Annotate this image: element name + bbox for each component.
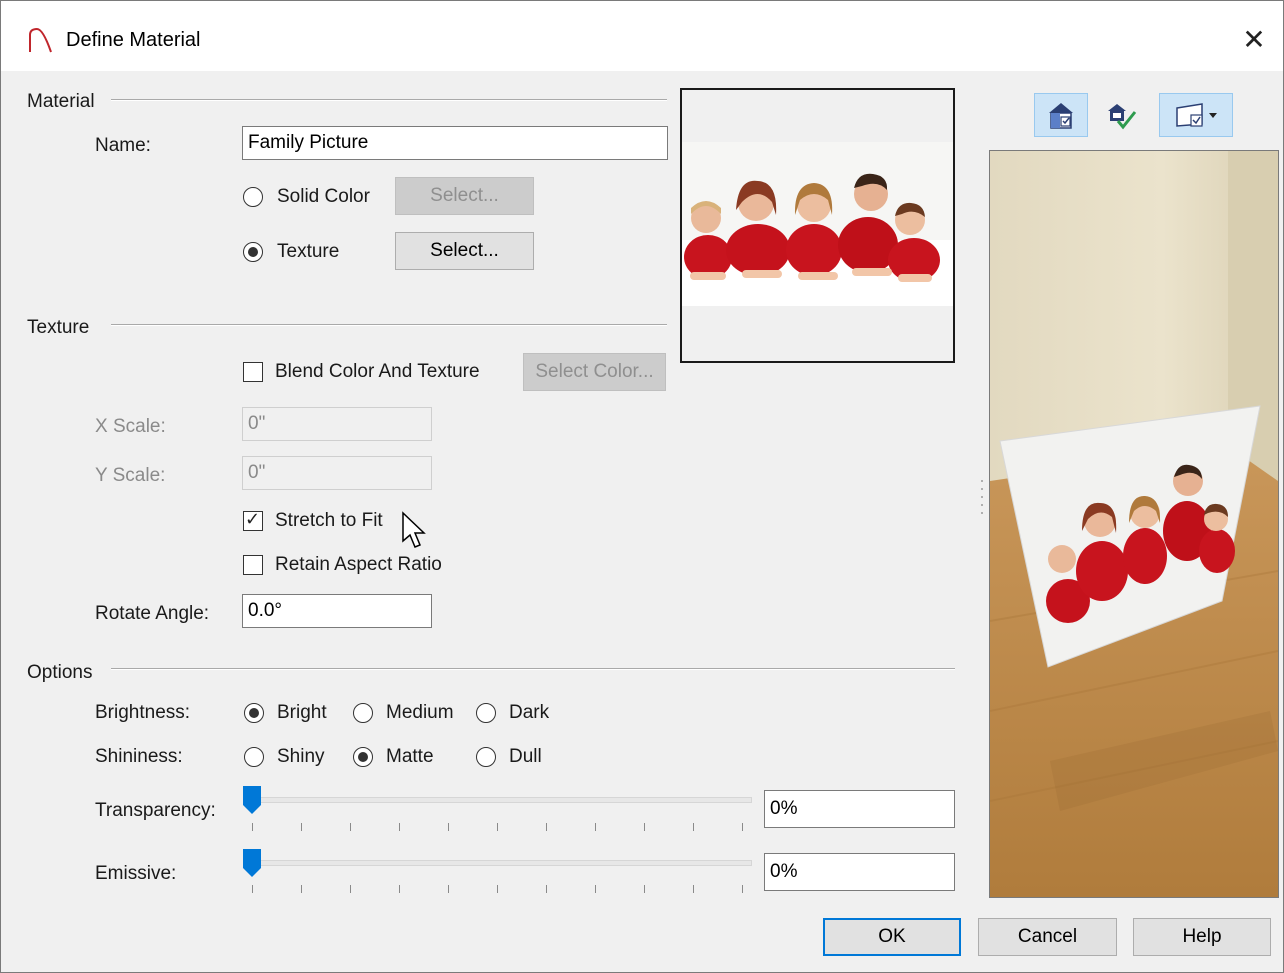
window-title: Define Material	[66, 29, 201, 51]
transparency-slider-thumb[interactable]	[242, 785, 262, 815]
check-view-icon	[1108, 104, 1137, 130]
family-picture-thumbnail	[682, 90, 953, 361]
emissive-label: Emissive:	[95, 863, 177, 884]
emissive-input[interactable]: 0%	[764, 853, 955, 891]
name-label: Name:	[95, 135, 151, 156]
rotate-angle-label: Rotate Angle:	[95, 603, 210, 624]
shininess-label: Shininess:	[95, 746, 183, 767]
texture-select-button[interactable]: Select...	[395, 232, 534, 270]
room-view-button[interactable]	[1034, 93, 1088, 137]
shininess-dull-radio[interactable]	[476, 747, 496, 767]
app-logo-icon	[29, 27, 52, 53]
transparency-slider-track[interactable]	[244, 797, 752, 803]
emissive-slider-track[interactable]	[244, 860, 752, 866]
preview-options-icon	[1176, 103, 1217, 127]
blend-color-checkbox[interactable]	[243, 362, 263, 382]
brightness-bright-radio[interactable]	[244, 703, 264, 723]
retain-aspect-ratio-checkbox[interactable]	[243, 555, 263, 575]
emissive-slider-thumb[interactable]	[242, 848, 262, 878]
3d-material-view[interactable]	[989, 150, 1279, 898]
brightness-bright-label: Bright	[277, 702, 327, 723]
retain-aspect-ratio-label: Retain Aspect Ratio	[275, 554, 442, 575]
material-divider	[111, 99, 667, 101]
check-view-button[interactable]	[1095, 93, 1147, 137]
help-button[interactable]: Help	[1133, 918, 1271, 956]
shininess-shiny-label: Shiny	[277, 746, 325, 767]
brightness-label: Brightness:	[95, 702, 191, 723]
shininess-dull-label: Dull	[509, 746, 542, 767]
define-material-dialog: Define Material ✕ Material Name: Family …	[0, 0, 1284, 973]
preview-options-dropdown[interactable]	[1159, 93, 1233, 137]
title-bar: Define Material ✕	[1, 1, 1283, 71]
stretch-to-fit-checkbox[interactable]: ✓	[243, 509, 263, 531]
close-button[interactable]: ✕	[1239, 25, 1269, 55]
y-scale-label: Y Scale:	[95, 465, 166, 486]
stretch-to-fit-label: Stretch to Fit	[275, 510, 383, 531]
texture-divider	[111, 324, 667, 326]
transparency-input[interactable]: 0%	[764, 790, 955, 828]
options-divider	[111, 668, 955, 670]
checkmark-icon: ✓	[245, 509, 261, 529]
brightness-medium-label: Medium	[386, 702, 454, 723]
solid-color-select-button[interactable]: Select...	[395, 177, 534, 215]
x-scale-label: X Scale:	[95, 416, 166, 437]
blend-color-label: Blend Color And Texture	[275, 361, 480, 382]
select-color-button[interactable]: Select Color...	[523, 353, 666, 391]
solid-color-radio[interactable]	[243, 187, 263, 207]
ok-button[interactable]: OK	[823, 918, 961, 956]
material-preview	[680, 88, 955, 363]
texture-section-label: Texture	[27, 317, 90, 338]
chevron-down-icon	[1209, 113, 1217, 118]
solid-color-label: Solid Color	[277, 186, 370, 207]
x-scale-input[interactable]: 0"	[242, 407, 432, 441]
name-input[interactable]: Family Picture	[242, 126, 668, 160]
texture-radio-label: Texture	[277, 241, 340, 262]
y-scale-input[interactable]: 0"	[242, 456, 432, 490]
brightness-dark-label: Dark	[509, 702, 550, 723]
rotate-angle-input[interactable]: 0.0°	[242, 594, 432, 628]
cancel-button[interactable]: Cancel	[978, 918, 1117, 956]
3d-render-image	[990, 151, 1278, 897]
transparency-label: Transparency:	[95, 800, 216, 821]
texture-radio[interactable]	[243, 242, 263, 262]
shininess-matte-label: Matte	[386, 746, 434, 767]
shininess-shiny-radio[interactable]	[244, 747, 264, 767]
brightness-dark-radio[interactable]	[476, 703, 496, 723]
shininess-matte-radio[interactable]	[353, 747, 373, 767]
material-section-label: Material	[27, 91, 95, 112]
room-view-icon	[1049, 103, 1073, 129]
close-icon: ✕	[1242, 24, 1266, 55]
brightness-medium-radio[interactable]	[353, 703, 373, 723]
mouse-pointer-icon	[402, 511, 426, 548]
options-section-label: Options	[27, 662, 93, 683]
splitter-grip-icon[interactable]	[980, 477, 984, 517]
